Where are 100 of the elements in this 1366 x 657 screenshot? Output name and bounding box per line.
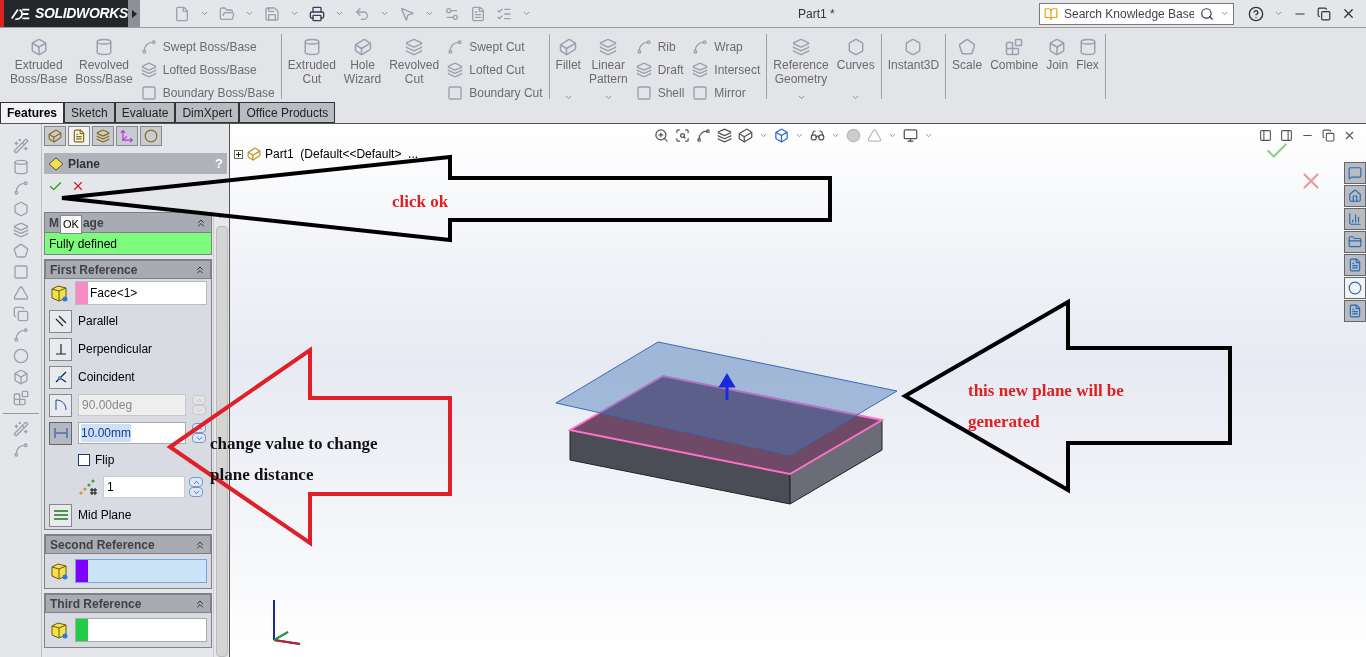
open-folder-icon[interactable] — [219, 5, 235, 22]
logo-menu-handle[interactable] — [128, 0, 140, 27]
ribbon-button[interactable]: Reference Geometry — [769, 34, 833, 104]
feature-tool-icon[interactable] — [12, 222, 29, 238]
ribbon-button[interactable]: Lofted Boss/Base — [140, 61, 275, 79]
spin-buttons[interactable] — [189, 477, 203, 497]
ribbon-button[interactable]: Instant3D — [883, 34, 944, 104]
ribbon-button[interactable]: Fillet — [551, 34, 585, 104]
ribbon-button[interactable]: Intersect — [692, 61, 761, 79]
save-icon[interactable] — [264, 5, 280, 22]
appearance-icon[interactable] — [846, 127, 861, 143]
ribbon-button[interactable]: Boundary Boss/Base — [140, 84, 275, 102]
ribbon-button[interactable]: Revolved Cut — [385, 34, 444, 104]
ribbon-button[interactable]: Hole Wizard — [339, 34, 386, 104]
task-pane-tab[interactable] — [1344, 231, 1366, 253]
manager-tab[interactable] — [116, 126, 138, 146]
feature-tool-icon[interactable] — [12, 390, 29, 406]
feature-tool-icon[interactable] — [12, 201, 29, 217]
feature-tool-icon[interactable] — [12, 180, 29, 196]
ribbon-tab[interactable]: Office Products — [239, 102, 336, 123]
manager-tab[interactable] — [92, 126, 114, 146]
cancel-icon[interactable] — [71, 179, 85, 193]
pointer-icon[interactable] — [399, 5, 415, 22]
distance-field[interactable]: 10.00mm — [78, 422, 186, 444]
manager-tab[interactable] — [140, 126, 162, 146]
task-pane-tab[interactable] — [1344, 162, 1366, 184]
expand-icon[interactable] — [234, 149, 243, 159]
section-header[interactable]: Second Reference — [45, 535, 211, 554]
tile-right-icon[interactable] — [1280, 128, 1293, 142]
ribbon-button[interactable]: Flex — [1072, 34, 1103, 104]
ribbon-tab[interactable]: DimXpert — [175, 102, 240, 123]
curve-icon[interactable] — [12, 442, 29, 458]
ribbon-button[interactable]: Lofted Cut — [447, 61, 543, 79]
ribbon-button[interactable]: Linear Pattern — [584, 34, 632, 104]
section-header[interactable]: Third Reference — [45, 594, 211, 613]
feature-tool-icon[interactable] — [12, 369, 29, 385]
ribbon-button[interactable]: Combine — [986, 34, 1043, 104]
feature-tool-icon[interactable] — [12, 285, 29, 301]
ribbon-button[interactable]: Swept Cut — [447, 38, 543, 56]
section-header[interactable]: First Reference — [45, 260, 211, 279]
task-pane-tab[interactable] — [1344, 254, 1366, 276]
tile-left-icon[interactable] — [1259, 128, 1272, 142]
ribbon-button[interactable]: Extruded Cut — [283, 34, 340, 104]
help-icon[interactable] — [1248, 5, 1264, 22]
ribbon-tab[interactable]: Features — [0, 102, 65, 123]
task-pane-tab[interactable] — [1344, 277, 1366, 299]
file-properties-icon[interactable] — [470, 5, 486, 22]
ribbon-button[interactable]: Draft — [635, 61, 685, 79]
task-pane-tab[interactable] — [1344, 300, 1366, 322]
ribbon-button[interactable]: Boundary Cut — [447, 84, 543, 102]
ribbon-button[interactable]: Extruded Boss/Base — [6, 34, 72, 104]
mid-plane-toggle[interactable] — [49, 503, 72, 527]
feature-tool-icon[interactable] — [12, 264, 29, 280]
manager-tab[interactable] — [68, 126, 90, 146]
selection-field[interactable] — [75, 618, 207, 642]
flip-checkbox[interactable] — [78, 454, 90, 466]
ribbon-button[interactable]: Mirror — [692, 84, 761, 102]
display-settings-icon[interactable] — [903, 127, 918, 143]
view-orientation-icon[interactable] — [738, 127, 753, 143]
selection-field[interactable]: Face<1> — [75, 281, 207, 305]
zoom-area-icon[interactable] — [675, 127, 690, 143]
instances-field[interactable]: 1 — [103, 476, 185, 498]
printer-icon[interactable] — [309, 5, 325, 22]
feature-tool-icon[interactable] — [12, 159, 29, 175]
selection-field[interactable] — [75, 559, 207, 583]
new-document-icon[interactable] — [174, 5, 190, 22]
ribbon-button[interactable]: Scale — [948, 34, 987, 104]
search-field[interactable]: Search Knowledge Base — [1039, 2, 1234, 25]
constraint-toggle[interactable] — [49, 309, 72, 333]
ribbon-button[interactable]: Revolved Boss/Base — [71, 34, 137, 104]
constraint-toggle[interactable] — [49, 365, 72, 389]
ribbon-tab[interactable]: Sketch — [64, 102, 115, 123]
undo-icon[interactable] — [354, 5, 370, 22]
close-icon[interactable] — [1341, 6, 1356, 21]
ribbon-button[interactable]: Swept Boss/Base — [140, 38, 275, 56]
ribbon-button[interactable]: Join — [1042, 34, 1073, 104]
spin-buttons[interactable] — [192, 423, 206, 443]
reference-geometry-icon[interactable] — [12, 421, 29, 437]
feature-tool-icon[interactable] — [12, 243, 29, 259]
section-header[interactable]: M OK age — [45, 213, 211, 232]
feature-tool-icon[interactable] — [12, 327, 29, 343]
display-style-icon[interactable] — [774, 127, 789, 143]
restore-icon[interactable] — [1322, 128, 1335, 142]
tree-item[interactable]: Part1 (Default<<Default>_... — [265, 145, 419, 163]
angle-toggle[interactable] — [49, 393, 72, 417]
ribbon-button[interactable]: Curves — [832, 34, 879, 104]
feature-tool-icon[interactable] — [12, 138, 29, 154]
task-pane-tab[interactable] — [1344, 208, 1366, 230]
constraint-toggle[interactable] — [49, 337, 72, 361]
distance-toggle[interactable] — [49, 421, 72, 445]
app-logo[interactable]: SOLIDWORKS — [0, 0, 128, 27]
feature-tool-icon[interactable] — [12, 306, 29, 322]
ribbon-tab[interactable]: Evaluate — [114, 102, 176, 123]
ribbon-button[interactable]: Shell — [635, 84, 685, 102]
ribbon-button[interactable]: Wrap — [692, 38, 761, 56]
feature-tool-icon[interactable] — [12, 348, 29, 364]
manager-tab[interactable] — [44, 126, 66, 146]
zoom-icon[interactable] — [654, 127, 669, 143]
task-pane-tab[interactable] — [1344, 185, 1366, 207]
restore-icon[interactable] — [1317, 6, 1331, 21]
